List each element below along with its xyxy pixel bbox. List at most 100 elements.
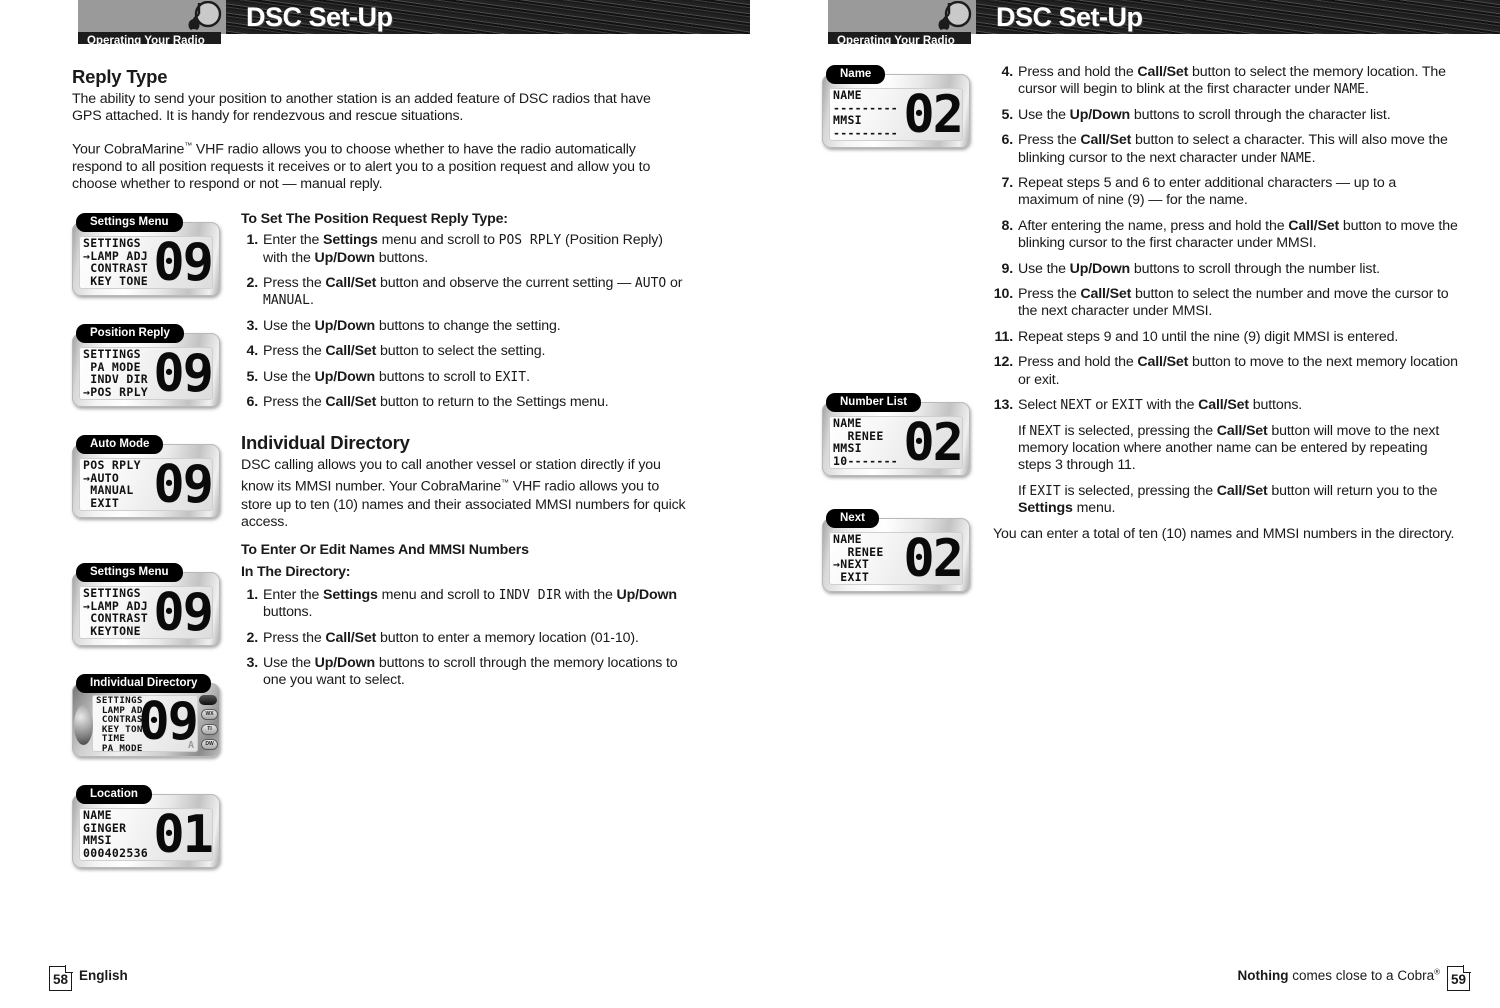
breadcrumb-right: Operating Your Radio bbox=[828, 32, 971, 44]
step-number: 6. bbox=[246, 394, 258, 411]
footer-language-label: English bbox=[79, 968, 128, 983]
lcd-screen: SETTINGS LAMP ADJ CONTRAST KEY TONE TIME… bbox=[72, 683, 220, 757]
step-number: 3. bbox=[246, 317, 258, 334]
figure-caption: Settings Menu bbox=[76, 563, 183, 582]
lcd-inner: SETTINGS PA MODE INDV DIR →POS RPLY 09 bbox=[79, 347, 213, 400]
display-indicator-a: A bbox=[187, 740, 194, 751]
steps-list-2: 1. Enter the Settings menu and scroll to … bbox=[241, 587, 686, 690]
figure-caption: Location bbox=[76, 785, 152, 804]
continuation-next: If NEXT is selected, pressing the Call/S… bbox=[1018, 422, 1440, 474]
individual-directory-block: Individual Directory DSC calling allows … bbox=[241, 432, 686, 698]
step-item: 12. Press and hold the Call/Set button to… bbox=[988, 354, 1458, 389]
lcd-inner: NAME GINGER MMSI 000402536 01 bbox=[79, 808, 213, 861]
figure-position-reply: Position Reply SETTINGS PA MODE INDV DIR … bbox=[72, 323, 220, 407]
rotary-knob[interactable] bbox=[74, 705, 93, 745]
figure-number-list: Number List NAME RENEE MMSI 10------- 02 bbox=[822, 392, 970, 476]
para2-a: Your CobraMarine bbox=[72, 141, 185, 158]
lcd-channel-number: 09 bbox=[153, 586, 213, 639]
step-item: 10. Press the Call/Set button to select t… bbox=[988, 286, 1458, 321]
step-number: 4. bbox=[246, 343, 258, 360]
procedure-title-2-line2: In The Directory: bbox=[241, 563, 351, 580]
side-button-dw[interactable]: DW bbox=[201, 739, 218, 750]
side-button-wx[interactable]: WX bbox=[201, 709, 218, 720]
steps-list-3: 4. Press and hold the Call/Set button to … bbox=[988, 64, 1458, 415]
registered-symbol: ® bbox=[1434, 967, 1440, 977]
step-number: 4. bbox=[1001, 64, 1013, 80]
footer-left: 58 English bbox=[49, 966, 128, 991]
lcd-screen: NAME RENEE MMSI 10------- 02 bbox=[822, 402, 970, 476]
figure-caption: Individual Directory bbox=[76, 674, 212, 693]
figure-auto-mode: Auto Mode POS RPLY →AUTO MANUAL EXIT 09 bbox=[72, 434, 220, 518]
breadcrumb: Operating Your Radio bbox=[78, 32, 221, 44]
figure-caption: Settings Menu bbox=[76, 213, 183, 232]
procedure-position-reply: To Set The Position Request Reply Type: … bbox=[241, 211, 686, 419]
figure-caption: Position Reply bbox=[76, 324, 184, 343]
lcd-screen: SETTINGS →LAMP ADJ CONTRAST KEYTONE 09 bbox=[72, 572, 220, 646]
step-number: 9. bbox=[1001, 260, 1013, 277]
paragraph-reply-type-2: Your CobraMarine™ VHF radio allows you t… bbox=[72, 137, 682, 194]
paragraph-individual-directory: DSC calling allows you to call another v… bbox=[241, 457, 686, 531]
lcd-screen: POS RPLY →AUTO MANUAL EXIT 09 bbox=[72, 444, 220, 518]
step-number: 2. bbox=[246, 275, 258, 292]
page-header-right: DSC Set-Up Operating Your Radio bbox=[750, 0, 1500, 44]
step-number: 5. bbox=[246, 368, 258, 385]
step-number: 2. bbox=[246, 629, 258, 646]
lcd-channel-number: 01 bbox=[153, 808, 213, 861]
figure-location: Location NAME GINGER MMSI 000402536 01 bbox=[72, 784, 220, 868]
side-button-ti[interactable]: TI bbox=[201, 724, 218, 735]
step-item: 8. After entering the name, press and hol… bbox=[988, 218, 1458, 253]
lcd-screen: SETTINGS PA MODE INDV DIR →POS RPLY 09 bbox=[72, 333, 220, 407]
figure-name: Name NAME --------- MMSI --------- 02 bbox=[822, 64, 970, 148]
step-item: 3. Use the Up/Down buttons to change the … bbox=[241, 318, 686, 335]
footer-right: Nothing comes close to a Cobra® 59 bbox=[1238, 966, 1470, 991]
lcd-inner: POS RPLY →AUTO MANUAL EXIT 09 bbox=[79, 458, 213, 511]
step-item: 1. Enter the Settings menu and scroll to … bbox=[241, 232, 686, 267]
procedure-title-2-line1: To Enter Or Edit Names And MMSI Numbers bbox=[241, 542, 529, 559]
figure-individual-directory: Individual Directory SETTINGS LAMP ADJ CO… bbox=[72, 673, 220, 757]
page-title-right: DSC Set-Up bbox=[996, 2, 1143, 32]
step-item: 2. Press the Call/Set button to enter a m… bbox=[241, 630, 686, 647]
step-number: 11. bbox=[994, 328, 1014, 345]
step-number: 8. bbox=[1001, 217, 1013, 234]
lcd-inner: NAME --------- MMSI --------- 02 bbox=[829, 88, 963, 141]
lcd-channel-number: 02 bbox=[903, 416, 963, 469]
trademark-symbol: ™ bbox=[184, 140, 193, 150]
continuation-exit: If EXIT is selected, pressing the Call/S… bbox=[1018, 482, 1438, 517]
figure-caption: Number List bbox=[826, 393, 922, 412]
figure-settings-menu-2: Settings Menu SETTINGS →LAMP ADJ CONTRAST… bbox=[72, 562, 220, 646]
lcd-channel-number: 02 bbox=[903, 532, 963, 585]
lcd-channel-number: 09 bbox=[153, 347, 213, 400]
lcd-inner: SETTINGS →LAMP ADJ CONTRAST KEY TONE 09 bbox=[79, 236, 213, 289]
footer-tagline: Nothing comes close to a Cobra® bbox=[1238, 967, 1440, 984]
top-button[interactable] bbox=[199, 695, 217, 705]
step-item: 11. Repeat steps 9 and 10 until the nine … bbox=[988, 329, 1458, 346]
page-header-left: DSC Set-Up Operating Your Radio bbox=[0, 0, 750, 44]
step-item: 13. Select NEXT or EXIT with the Call/Set… bbox=[988, 397, 1458, 414]
radio-mic-icon bbox=[188, 1, 222, 35]
step-number: 13. bbox=[993, 397, 1013, 414]
step-item: 2. Press the Call/Set button and observe … bbox=[241, 275, 686, 310]
lcd-screen: SETTINGS →LAMP ADJ CONTRAST KEY TONE 09 bbox=[72, 222, 220, 296]
step-number: 5. bbox=[1001, 106, 1013, 123]
page-left: DSC Set-Up Operating Your Radio Reply Ty… bbox=[0, 0, 750, 1008]
lcd-screen: NAME --------- MMSI --------- 02 bbox=[822, 74, 970, 148]
page-number-right: 59 bbox=[1447, 966, 1470, 991]
step-item: 4. Press and hold the Call/Set button to … bbox=[988, 64, 1458, 99]
step-number: 1. bbox=[246, 232, 258, 249]
lcd-inner: NAME RENEE →NEXT EXIT 02 bbox=[829, 532, 963, 585]
trademark-symbol-2: ™ bbox=[501, 478, 509, 488]
step-item: 6. Press the Call/Set button to return to… bbox=[241, 394, 686, 411]
radio-mic-icon-right bbox=[938, 1, 972, 35]
steps-list-1: 1. Enter the Settings menu and scroll to … bbox=[241, 232, 686, 411]
paragraph-reply-type-1: The ability to send your position to ano… bbox=[72, 91, 651, 125]
section-title-reply-type: Reply Type bbox=[72, 66, 168, 87]
step-item: 5. Use the Up/Down buttons to scroll thro… bbox=[988, 107, 1458, 124]
step-item: 6. Press the Call/Set button to select a … bbox=[988, 132, 1458, 167]
step-item: 3. Use the Up/Down buttons to scroll thro… bbox=[241, 655, 686, 690]
step-number: 12. bbox=[993, 354, 1013, 371]
step-number: 7. bbox=[1001, 175, 1013, 192]
footer-tagline-rest: comes close to a Cobra bbox=[1288, 968, 1435, 983]
lcd-channel-number: 02 bbox=[903, 88, 963, 141]
procedure-continued: 4. Press and hold the Call/Set button to … bbox=[988, 64, 1458, 551]
figure-caption: Next bbox=[826, 509, 879, 528]
